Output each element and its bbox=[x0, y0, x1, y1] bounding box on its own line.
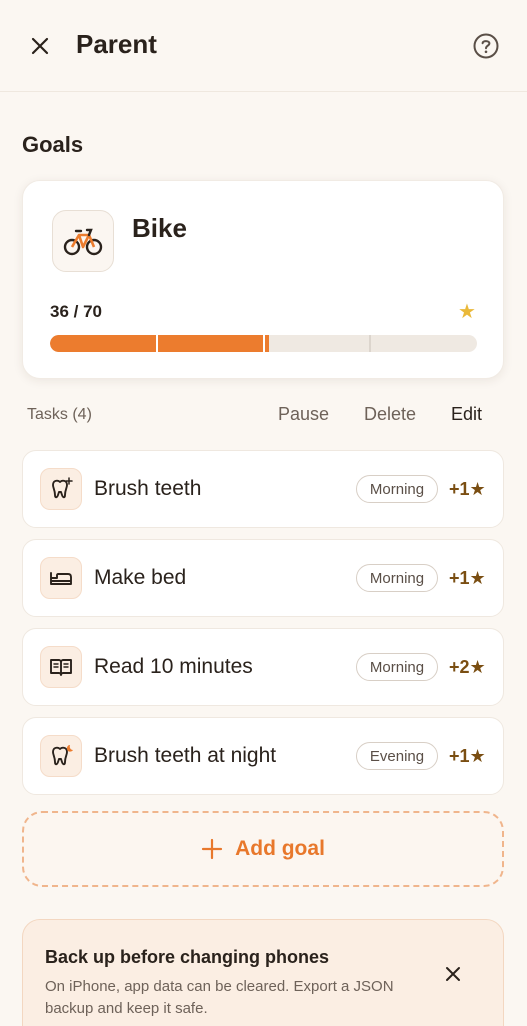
task-points: +1★ bbox=[449, 479, 486, 499]
task-title: Brush teeth at night bbox=[94, 744, 277, 767]
goal-name: Bike bbox=[132, 213, 187, 243]
task-item[interactable]: Brush teeth at night Evening +1★ bbox=[22, 717, 504, 795]
goal-progress-text: 36 / 70 bbox=[50, 302, 102, 321]
goals-heading: Goals bbox=[22, 132, 84, 157]
star-icon: ★ bbox=[458, 301, 476, 323]
dismiss-backup-button[interactable] bbox=[441, 962, 465, 986]
goal-progress-fill bbox=[50, 335, 270, 352]
backup-notice-text: On iPhone, app data can be cleared. Expo… bbox=[45, 978, 394, 1017]
close-icon bbox=[446, 967, 460, 981]
time-of-day-badge: Morning bbox=[356, 653, 438, 681]
backup-notice-title: Back up before changing phones bbox=[45, 947, 330, 967]
close-button[interactable] bbox=[28, 34, 52, 58]
backup-notice: Back up before changing phones On iPhone… bbox=[22, 919, 504, 1026]
goal-card[interactable]: Bike 36 / 70 ★ bbox=[22, 180, 504, 379]
task-item[interactable]: Brush teeth Morning +1★ bbox=[22, 450, 504, 528]
edit-button[interactable]: Edit bbox=[451, 404, 482, 425]
time-of-day-badge: Morning bbox=[356, 475, 438, 503]
task-title: Brush teeth bbox=[94, 477, 202, 500]
goal-progress-bar bbox=[50, 335, 477, 352]
time-of-day-badge: Evening bbox=[356, 742, 438, 770]
page-title: Parent bbox=[76, 29, 157, 59]
progress-milestone bbox=[156, 335, 158, 352]
task-points: +1★ bbox=[449, 746, 486, 766]
help-circle-icon bbox=[473, 33, 499, 59]
task-item[interactable]: Make bed Morning +1★ bbox=[22, 539, 504, 617]
task-points: +2★ bbox=[449, 657, 486, 677]
book-icon bbox=[40, 646, 82, 688]
delete-button[interactable]: Delete bbox=[364, 404, 416, 425]
progress-milestone bbox=[369, 335, 371, 352]
top-bar: Parent bbox=[0, 0, 527, 92]
pause-button[interactable]: Pause bbox=[278, 404, 329, 425]
bike-icon bbox=[63, 228, 103, 256]
add-goal-button[interactable]: Add goal bbox=[22, 811, 504, 887]
bed-icon bbox=[40, 557, 82, 599]
tasks-toolbar: Tasks (4) Pause Delete Edit bbox=[0, 400, 527, 430]
goal-icon-box bbox=[52, 210, 114, 272]
progress-milestone bbox=[263, 335, 265, 352]
tooth-sparkle-icon bbox=[40, 468, 82, 510]
task-title: Read 10 minutes bbox=[94, 655, 253, 678]
tasks-count-label: Tasks (4) bbox=[27, 406, 92, 423]
help-button[interactable] bbox=[472, 32, 500, 60]
tooth-moon-icon bbox=[40, 735, 82, 777]
task-points: +1★ bbox=[449, 568, 486, 588]
plus-icon bbox=[201, 838, 223, 860]
close-icon bbox=[31, 37, 49, 55]
task-item[interactable]: Read 10 minutes Morning +2★ bbox=[22, 628, 504, 706]
task-title: Make bed bbox=[94, 566, 187, 589]
time-of-day-badge: Morning bbox=[356, 564, 438, 592]
add-goal-label: Add goal bbox=[235, 837, 325, 860]
